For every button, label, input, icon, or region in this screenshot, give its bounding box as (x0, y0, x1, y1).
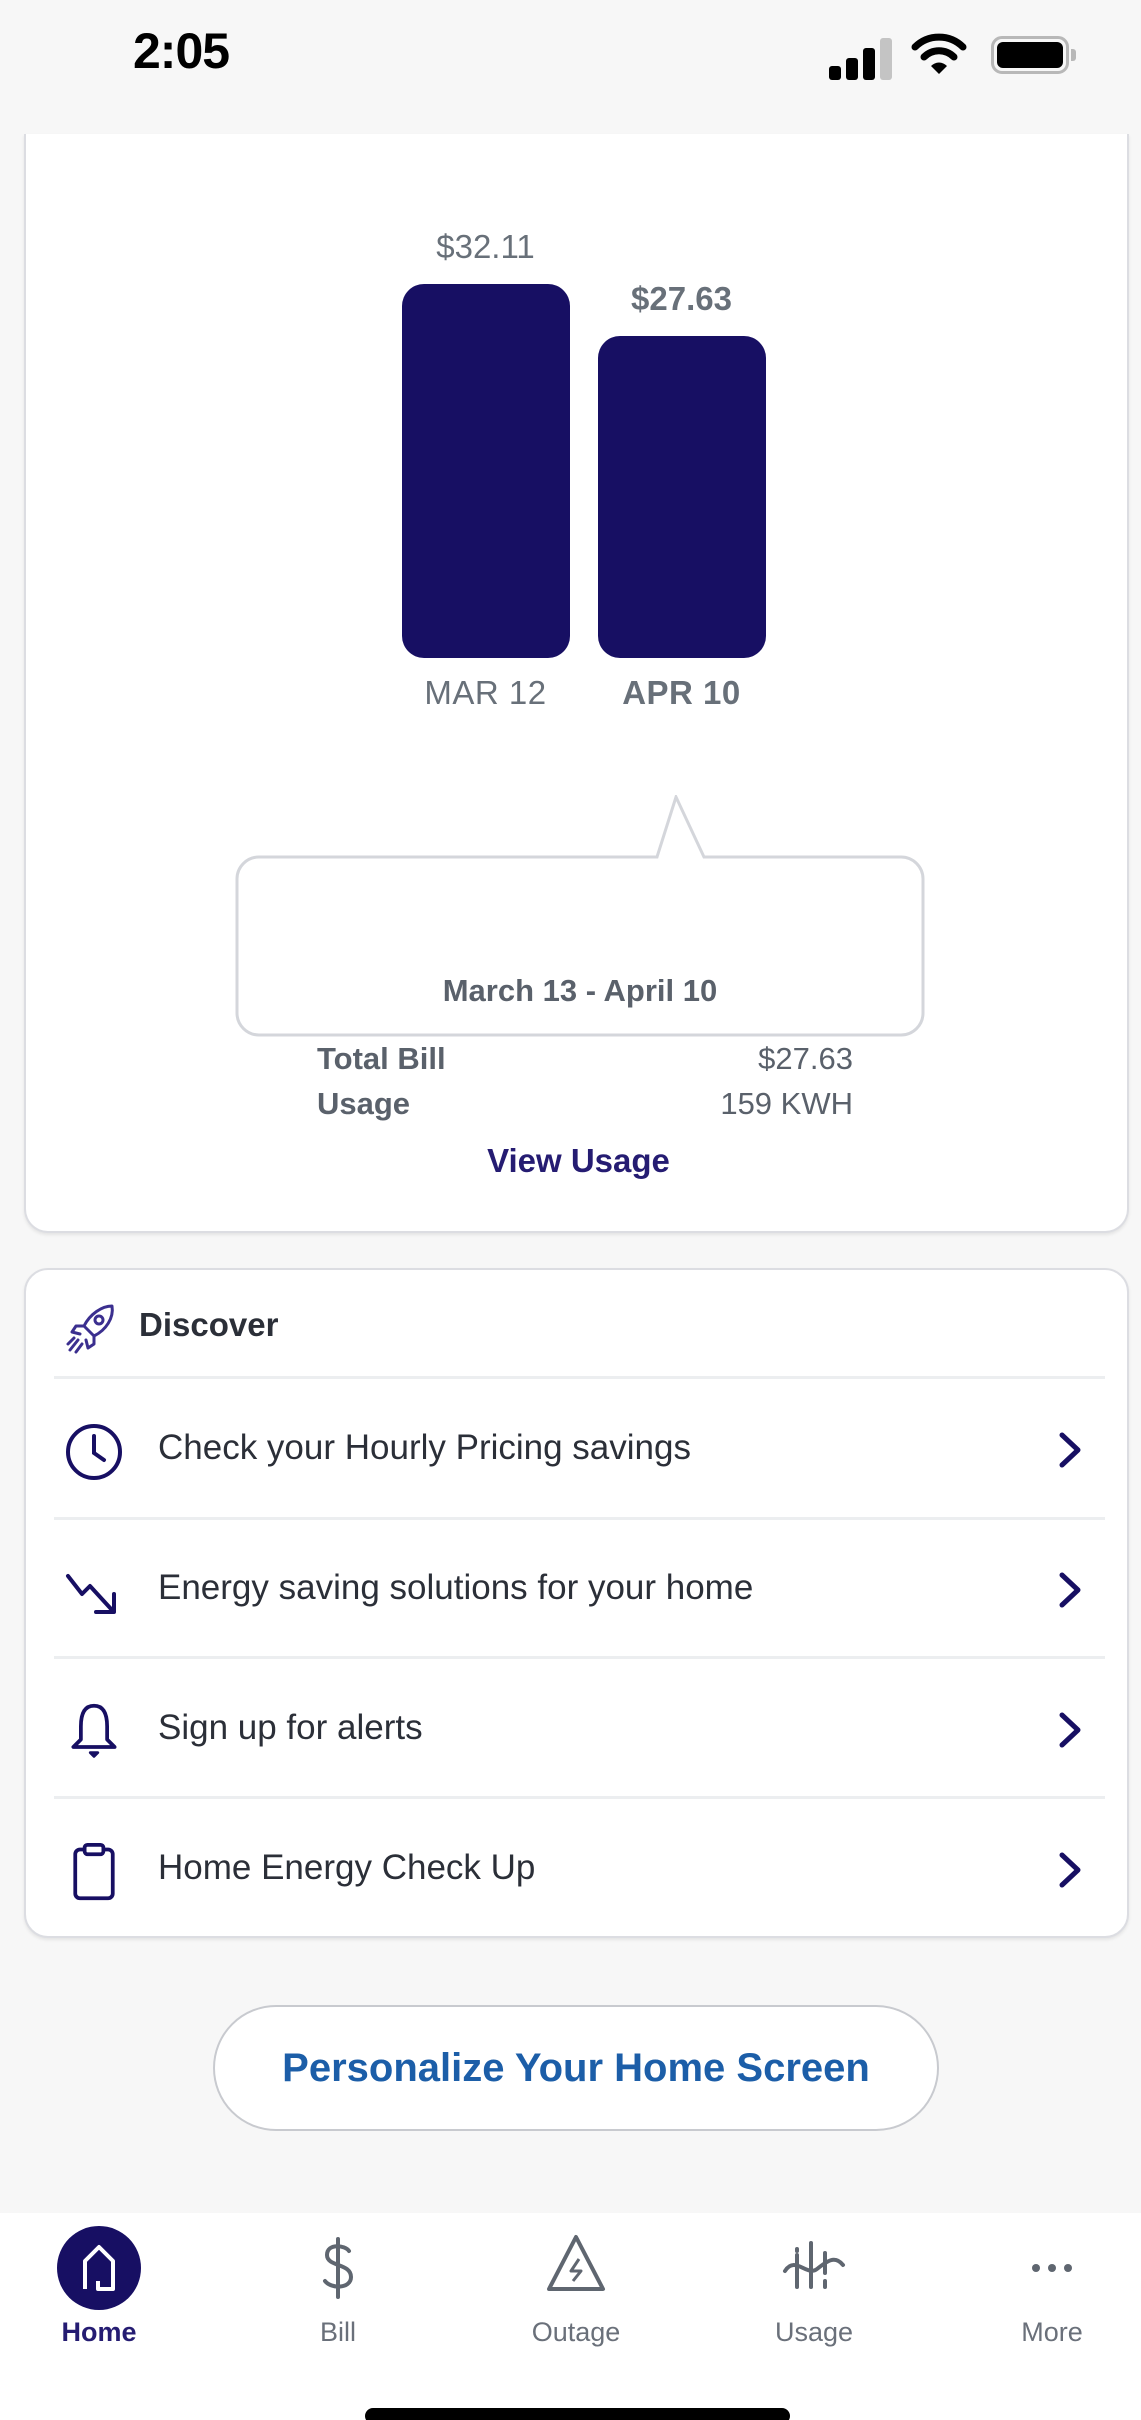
tooltip-label: Usage (317, 1086, 411, 1121)
nav-usage[interactable]: Usage (700, 2213, 928, 2347)
chevron-right-icon (1059, 1572, 1081, 1608)
battery-icon (991, 36, 1069, 74)
bar-category-label: APR 10 (622, 674, 741, 711)
outage-warning-icon (547, 2235, 605, 2291)
view-usage-link[interactable]: View Usage (26, 1142, 1131, 1180)
home-indicator (365, 2408, 790, 2420)
rocket-icon (66, 1304, 114, 1354)
chart-bar[interactable] (597, 336, 766, 658)
tooltip-date-range: March 13 - April 10 (442, 973, 718, 1008)
nav-home[interactable]: Home (0, 2213, 213, 2347)
bill-tooltip: March 13 - April 10 Total Bill $27.63 Us… (233, 795, 927, 1121)
signal-bar (880, 38, 892, 80)
discover-item-label: Check your Hourly Pricing savings (158, 1428, 691, 1467)
discover-item-hourly-pricing[interactable]: Check your Hourly Pricing savings (26, 1380, 1127, 1519)
status-bar: 2:05 (0, 0, 1141, 134)
usage-meter-icon (783, 2241, 845, 2289)
nav-label: More (1021, 2317, 1083, 2347)
signal-bar (829, 66, 841, 80)
nav-more[interactable]: More (938, 2213, 1141, 2347)
chevron-right-icon (1059, 1432, 1081, 1468)
nav-label: Outage (531, 2317, 621, 2347)
usage-card: $32.11 MAR 12 $27.63 APR 10 March 13 - Apri… (24, 134, 1129, 1233)
divider (54, 1796, 1105, 1799)
clipboard-icon (73, 1842, 115, 1901)
chevron-right-icon (1059, 1712, 1081, 1748)
home-icon (57, 2226, 141, 2310)
discover-item-label: Sign up for alerts (158, 1708, 423, 1747)
tooltip-row-usage: Usage 159 KWH (317, 1086, 853, 1122)
clock-icon (66, 1424, 122, 1480)
discover-item-label: Home Energy Check Up (158, 1848, 536, 1887)
personalize-home-screen-button[interactable]: Personalize Your Home Screen (213, 2005, 939, 2131)
bar-value-label: $32.11 (436, 228, 535, 265)
divider (54, 1376, 1105, 1379)
status-icons (811, 30, 1141, 80)
trend-down-icon (66, 1574, 116, 1614)
discover-item-label: Energy saving solutions for your home (158, 1568, 754, 1607)
discover-item-alerts[interactable]: Sign up for alerts (26, 1660, 1127, 1799)
bottom-nav: Home Bill Outage Usage More (0, 2213, 1141, 2420)
chevron-right-icon (1059, 1852, 1081, 1888)
bar-value-label: $27.63 (631, 280, 732, 318)
signal-bar (846, 58, 858, 80)
status-time: 2:05 (133, 23, 230, 79)
discover-title: Discover (139, 1306, 279, 1343)
signal-icon (829, 30, 892, 80)
discover-header: Discover (26, 1270, 1127, 1378)
discover-item-home-energy-checkup[interactable]: Home Energy Check Up (26, 1800, 1127, 1939)
tooltip-value: 159 KWH (720, 1086, 853, 1121)
discover-item-energy-saving[interactable]: Energy saving solutions for your home (26, 1520, 1127, 1659)
nav-label: Usage (774, 2317, 854, 2347)
chart-bar[interactable] (401, 284, 570, 658)
tooltip-value: $27.63 (758, 1041, 853, 1076)
battery-nub (1071, 49, 1076, 61)
nav-label: Home (61, 2317, 137, 2347)
nav-bill[interactable]: Bill (224, 2213, 452, 2347)
discover-card: Discover Check your Hourly Pricing savin… (24, 1268, 1129, 1938)
more-dots-icon (1032, 2264, 1072, 2272)
tooltip-label: Total Bill (317, 1041, 446, 1076)
tooltip-row-total-bill: Total Bill $27.63 (317, 1041, 853, 1077)
bar-category-label: MAR 12 (424, 674, 547, 711)
nav-label: Bill (319, 2317, 356, 2347)
dollar-icon (323, 2237, 354, 2299)
bill-history-chart: $32.11 MAR 12 $27.63 APR 10 (26, 134, 1131, 734)
nav-outage[interactable]: Outage (462, 2213, 690, 2347)
bell-icon (71, 1703, 117, 1758)
wifi-icon (911, 33, 967, 74)
signal-bar (863, 48, 875, 80)
divider (54, 1656, 1105, 1659)
